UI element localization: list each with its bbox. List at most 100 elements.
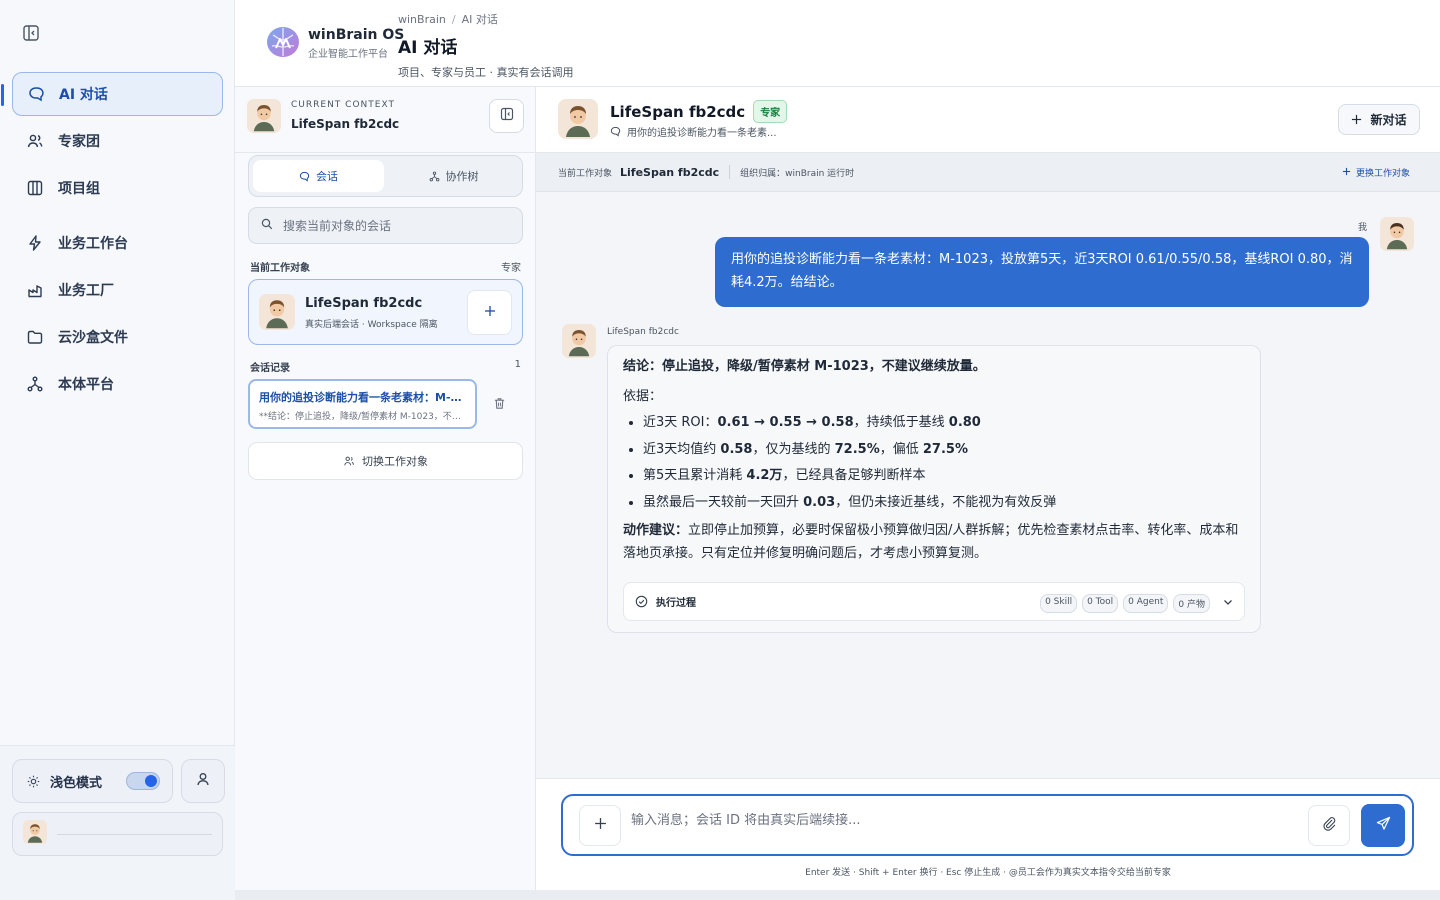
session-item[interactable]: 用你的追投诊断能力看一条老素材：M-1023，投放第5天，近3天ROI 0.61… xyxy=(248,379,477,429)
sidebar-item-label: 业务工厂 xyxy=(58,283,114,299)
brand-subtitle: 企业智能工作平台 xyxy=(308,49,388,60)
panel-tabs: 会话 协作树 xyxy=(248,155,523,197)
section-tag: 专家 xyxy=(501,263,521,274)
tab-collab-tree[interactable]: 协作树 xyxy=(388,160,519,192)
tab-sessions[interactable]: 会话 xyxy=(253,160,384,192)
columns-icon xyxy=(26,179,44,197)
brand: winBrain OS 企业智能工作平台 xyxy=(308,27,404,60)
basis-list: 近3天 ROI：0.61 → 0.55 → 0.58，持续低于基线 0.80 近… xyxy=(623,413,1245,513)
section-title: 会话记录 xyxy=(250,363,290,374)
brain-logo-icon xyxy=(263,22,303,62)
list-item: 近3天均值约 0.58，仅为基线的 72.5%，偏低 27.5% xyxy=(643,440,1245,460)
sessions-count: 1 xyxy=(514,359,521,370)
users-icon xyxy=(343,455,355,467)
network-icon xyxy=(26,375,44,393)
work-object-section: 当前工作对象 专家 xyxy=(250,259,521,274)
basis-label: 依据： xyxy=(623,389,663,404)
context-value: LifeSpan fb2cdc xyxy=(291,117,400,131)
divider xyxy=(729,165,731,179)
plus-icon xyxy=(1351,114,1362,125)
user-label: 我 xyxy=(1358,223,1368,233)
expert-badge: 专家 xyxy=(753,100,788,123)
assistant-label: LifeSpan fb2cdc xyxy=(607,327,679,337)
sidebar-item-factory[interactable]: 业务工厂 xyxy=(12,268,223,312)
work-object-card[interactable]: LifeSpan fb2cdc 真实后端会话 · Workspace 隔离 xyxy=(248,279,523,345)
trash-icon[interactable] xyxy=(493,397,507,411)
list-item: 第5天且累计消耗 4.2万，已经具备足够判断样本 xyxy=(643,466,1245,486)
theme-switch[interactable] xyxy=(126,772,160,790)
breadcrumb-current: AI 对话 xyxy=(461,13,498,26)
execution-process[interactable]: 执行过程 0 Skill 0 Tool 0 Agent 0 产物 xyxy=(623,582,1245,621)
page-subtitle: 项目、专家与员工 · 真实有会话调用 xyxy=(398,66,574,79)
work-object-value: LifeSpan fb2cdc xyxy=(620,165,720,179)
page-info: winBrain / AI 对话 AI 对话 项目、专家与员工 · 真实有会话调用 xyxy=(398,11,574,80)
attach-file-button[interactable] xyxy=(1308,805,1350,846)
page-title: AI 对话 xyxy=(398,38,458,58)
org-label: 组织归属：winBrain 运行时 xyxy=(740,168,855,179)
session-search xyxy=(248,207,523,244)
switch-object-button[interactable]: 切换工作对象 xyxy=(248,442,523,480)
work-object-bar: 当前工作对象 LifeSpan fb2cdc 组织归属：winBrain 运行时… xyxy=(536,153,1440,192)
plus-icon xyxy=(1342,167,1351,179)
work-object-name: LifeSpan fb2cdc xyxy=(305,296,423,311)
session-title: 用你的追投诊断能力看一条老素材：M-1023，投放第5天，近3天ROI 0.61… xyxy=(259,391,466,404)
session-preview: **结论：停止追投，降级/暂停素材 M-1023，不建议继续放量。** · 刚刚 xyxy=(259,412,466,422)
factory-chart-icon xyxy=(26,281,44,299)
sidebar-item-projects[interactable]: 项目组 xyxy=(12,166,223,210)
send-icon xyxy=(1376,816,1391,835)
breadcrumb-separator: / xyxy=(451,13,456,26)
message-input[interactable] xyxy=(631,813,1291,828)
brand-name: winBrain OS xyxy=(308,27,405,43)
sidebar-item-workbench[interactable]: 业务工作台 xyxy=(12,221,223,265)
add-session-button[interactable] xyxy=(467,290,512,335)
users-icon xyxy=(26,132,44,150)
composer xyxy=(561,794,1414,856)
plus-icon xyxy=(594,817,607,834)
bottom-strip xyxy=(235,890,1440,900)
profile-card[interactable] xyxy=(12,812,223,856)
sidebar-item-experts[interactable]: 专家团 xyxy=(12,119,223,163)
composer-area: Enter 发送 · Shift + Enter 换行 · Esc 停止生成 ·… xyxy=(536,778,1440,890)
action-advice: 动作建议：立即停止加预算，必要时保留极小预算做归因/人群拆解；优先检查素材点击率… xyxy=(623,523,1239,561)
sidebar-toggle-icon[interactable] xyxy=(22,24,42,44)
paperclip-icon xyxy=(1322,816,1337,835)
tree-icon xyxy=(429,171,440,182)
sessions-section: 会话记录 1 xyxy=(250,359,521,374)
list-item: 近3天 ROI：0.61 → 0.55 → 0.58，持续低于基线 0.80 xyxy=(643,413,1245,433)
sidebar-item-ontology[interactable]: 本体平台 xyxy=(12,362,223,406)
check-circle-icon xyxy=(635,595,648,608)
sidebar-item-label: 项目组 xyxy=(58,181,100,197)
chat-panel: LifeSpan fb2cdc 专家 用你的追投诊断能力看一条老素... 新对话… xyxy=(536,87,1440,890)
search-input[interactable] xyxy=(283,218,503,233)
chat-title: LifeSpan fb2cdc 专家 xyxy=(610,100,788,123)
avatar xyxy=(558,99,598,143)
user-button[interactable] xyxy=(181,759,225,803)
avatar xyxy=(1380,217,1414,255)
attach-menu-button[interactable] xyxy=(579,805,621,846)
theme-toggle[interactable]: 浅色模式 xyxy=(12,759,173,803)
sidebar-item-label: 本体平台 xyxy=(58,377,114,393)
breadcrumb: winBrain / AI 对话 xyxy=(398,11,574,27)
chat-bubble-icon xyxy=(299,171,310,182)
sidebar-item-ai-chat[interactable]: AI 对话 xyxy=(1,72,223,116)
assistant-message: 结论：停止追投，降级/暂停素材 M-1023，不建议继续放量。 依据： 近3天 … xyxy=(607,345,1261,633)
chevron-down-icon[interactable] xyxy=(1222,596,1234,611)
collapse-panel-button[interactable] xyxy=(489,99,524,133)
breadcrumb-root[interactable]: winBrain xyxy=(398,13,446,26)
sidebar-item-sandbox-files[interactable]: 云沙盒文件 xyxy=(12,315,223,359)
profile-divider xyxy=(57,833,212,835)
plus-icon xyxy=(484,305,496,321)
folder-icon xyxy=(26,328,44,346)
sun-icon xyxy=(27,775,40,788)
context-label: CURRENT CONTEXT xyxy=(291,100,395,110)
change-object-link[interactable]: 更换工作对象 xyxy=(1342,166,1410,179)
sidebar-nav: AI 对话 专家团 项目组 业务工作台 业务工厂 云沙盒文件 本体平台 xyxy=(1,72,223,409)
section-title: 当前工作对象 xyxy=(250,263,310,274)
lightning-icon xyxy=(26,234,44,252)
avatar xyxy=(259,294,295,334)
avatar xyxy=(23,820,47,848)
send-button[interactable] xyxy=(1361,804,1405,847)
avatar xyxy=(247,99,281,137)
list-item: 虽然最后一天较前一天回升 0.03，但仍未接近基线，不能视为有效反弹 xyxy=(643,493,1245,513)
new-chat-button[interactable]: 新对话 xyxy=(1338,104,1420,135)
